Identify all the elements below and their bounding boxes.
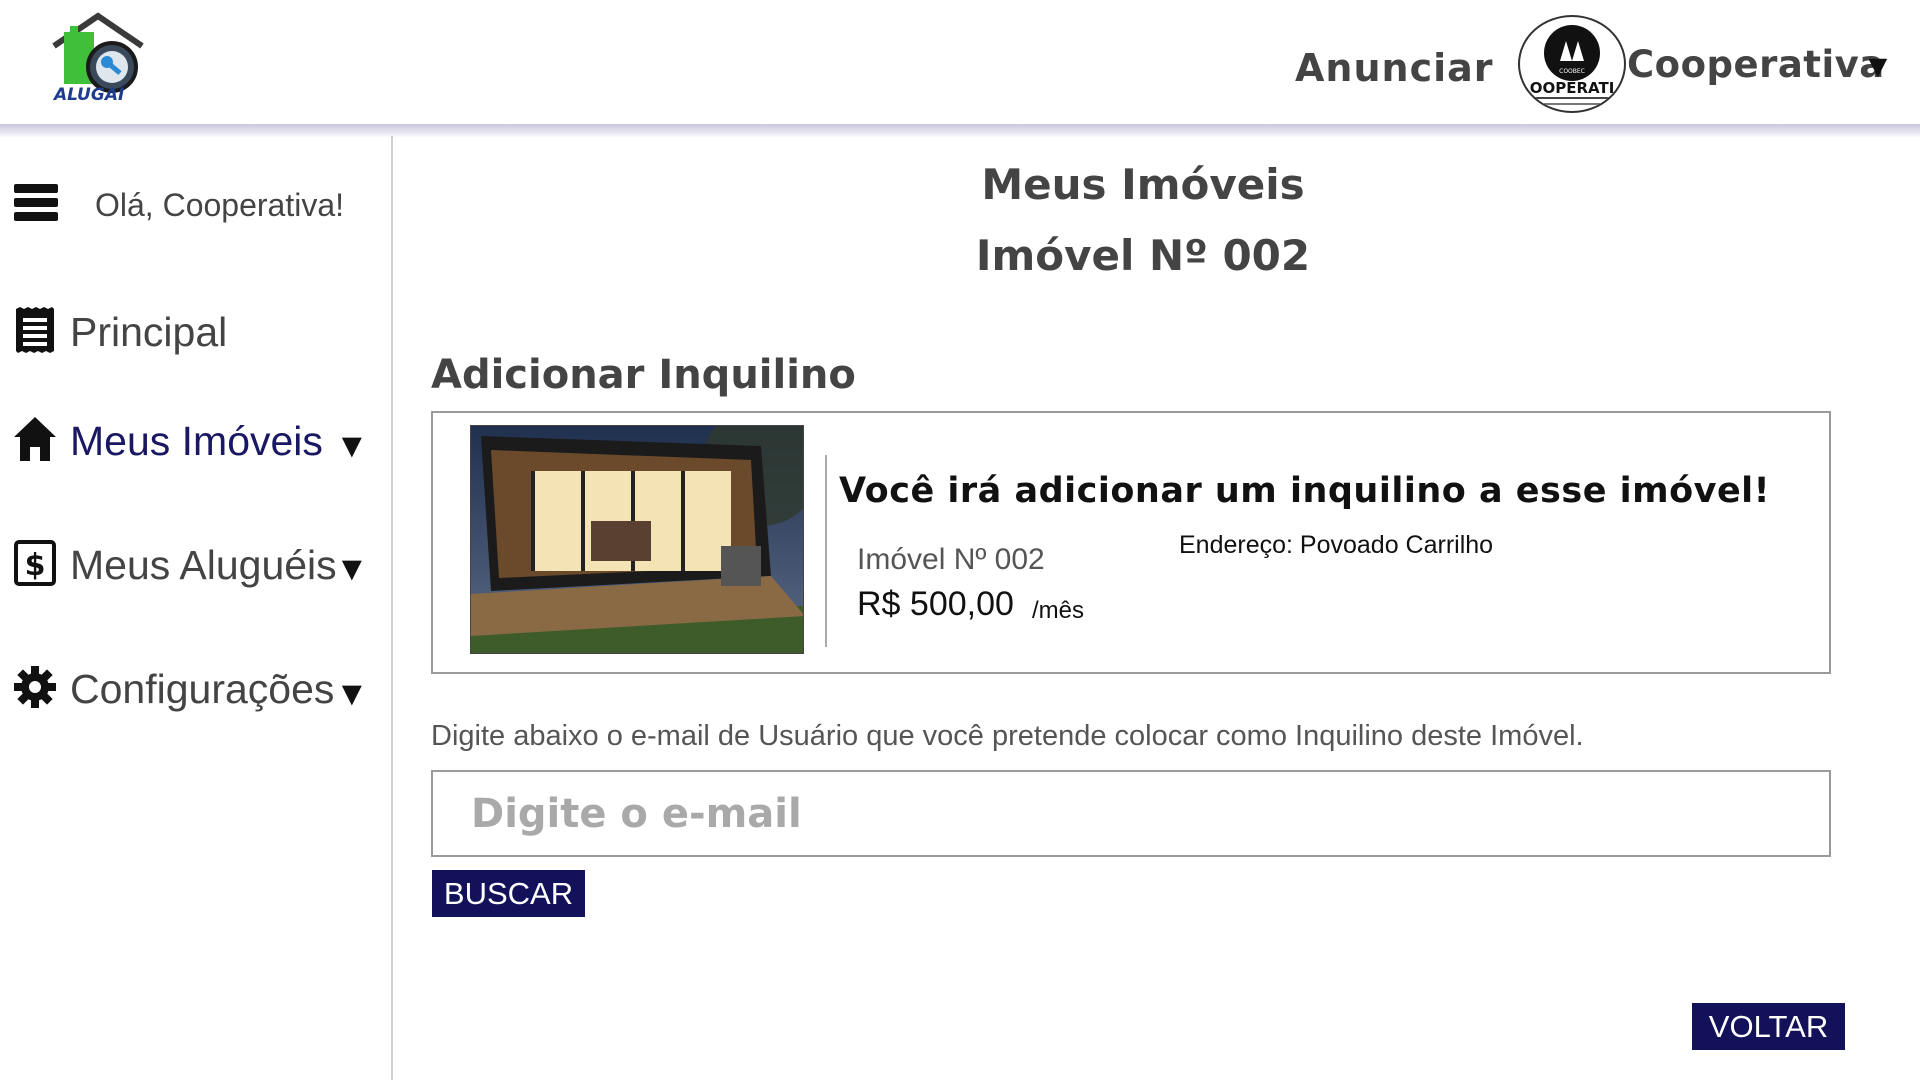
user-menu-button[interactable]: Cooperativa bbox=[1627, 43, 1885, 86]
gear-icon bbox=[14, 665, 56, 714]
sidebar-item-label: Meus Aluguéis bbox=[70, 542, 337, 588]
avatar-small-text: COOBEC bbox=[1559, 68, 1585, 75]
header-shadow bbox=[0, 124, 1920, 138]
chevron-down-icon[interactable]: ▼ bbox=[335, 550, 369, 589]
top-header: ALUGAÍ Anunciar COOBEC OOPERATI Cooperat… bbox=[0, 0, 1920, 126]
voltar-button[interactable]: VOLTAR bbox=[1692, 1003, 1845, 1050]
receipt-icon bbox=[14, 307, 56, 358]
property-number: Imóvel Nº 002 bbox=[857, 543, 1045, 576]
sidebar-item-label: Meus Imóveis bbox=[70, 418, 323, 464]
sidebar-item-meus-alugueis[interactable]: $ Meus Aluguéis ▼ bbox=[14, 540, 369, 591]
home-icon bbox=[14, 417, 56, 466]
buscar-button[interactable]: BUSCAR bbox=[432, 870, 585, 917]
dollar-icon: $ bbox=[14, 540, 56, 591]
hamburger-menu-icon[interactable] bbox=[14, 183, 58, 228]
sidebar-item-meus-imoveis[interactable]: Meus Imóveis ▼ bbox=[14, 417, 369, 466]
aluga-logo[interactable]: ALUGAÍ bbox=[50, 12, 150, 106]
property-price: R$ 500,00 bbox=[857, 585, 1014, 623]
email-input[interactable] bbox=[431, 770, 1831, 857]
section-title: Adicionar Inquilino bbox=[431, 352, 856, 398]
anunciar-link[interactable]: Anunciar bbox=[1295, 46, 1494, 90]
logo-text: ALUGAÍ bbox=[52, 83, 126, 105]
chevron-down-icon[interactable]: ▼ bbox=[335, 427, 369, 466]
chevron-down-icon[interactable]: ▼ bbox=[335, 675, 369, 714]
card-divider bbox=[825, 455, 827, 647]
user-avatar[interactable]: COOBEC OOPERATI bbox=[1518, 15, 1626, 113]
page-title: Meus Imóveis bbox=[981, 160, 1305, 209]
property-card: Você irá adicionar um inquilino a esse i… bbox=[431, 411, 1831, 674]
user-menu-caret-icon[interactable]: ▼ bbox=[1862, 48, 1894, 85]
sidebar-item-principal[interactable]: Principal bbox=[14, 307, 227, 358]
property-address: Endereço: Povoado Carrilho bbox=[1179, 531, 1494, 559]
sidebar-greeting: Olá, Cooperativa! bbox=[95, 187, 345, 223]
sidebar-item-label: Configurações bbox=[70, 666, 335, 712]
avatar-text: OOPERATI bbox=[1530, 79, 1615, 97]
sidebar-greeting-row: Olá, Cooperativa! bbox=[14, 183, 344, 228]
card-headline: Você irá adicionar um inquilino a esse i… bbox=[839, 471, 1771, 511]
sidebar-item-configuracoes[interactable]: Configurações ▼ bbox=[14, 665, 369, 714]
svg-text:$: $ bbox=[25, 548, 46, 583]
sidebar-item-label: Principal bbox=[70, 309, 228, 355]
property-photo bbox=[470, 425, 804, 654]
instructions-text: Digite abaixo o e-mail de Usuário que vo… bbox=[431, 720, 1584, 752]
price-unit: /mês bbox=[1032, 597, 1085, 624]
page-subtitle: Imóvel Nº 002 bbox=[975, 231, 1311, 280]
